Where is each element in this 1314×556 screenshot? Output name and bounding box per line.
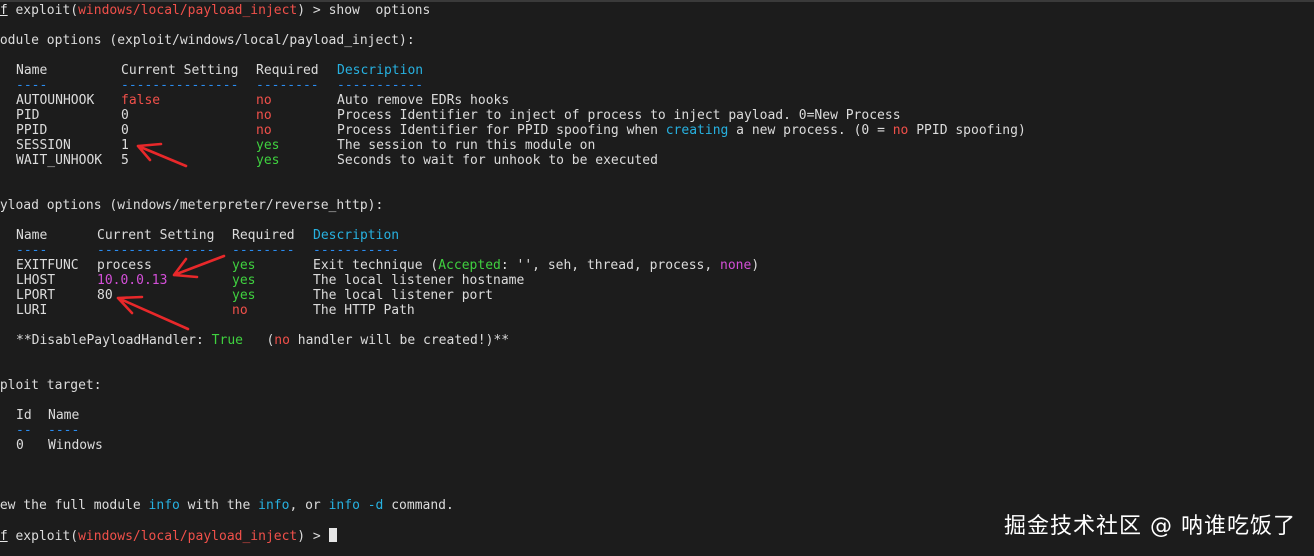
prompt-module: windows/local/payload_inject <box>78 3 298 18</box>
arrow-lport-icon <box>116 295 190 331</box>
watermark: 掘金技术社区 @ 呐谁吃饭了 <box>1004 514 1296 539</box>
command-prompt-line-2[interactable]: sf exploit(windows/local/payload_inject)… <box>0 528 337 544</box>
arrow-session-icon <box>136 142 188 168</box>
payload-options-header: ayload options (windows/meterpreter/reve… <box>0 198 384 213</box>
arrow-lhost-icon <box>172 254 226 279</box>
prompt-command: show options <box>328 3 431 18</box>
exploit-target-header: xploit target: <box>0 378 102 393</box>
footer-help-text: iew the full module info with the info, … <box>0 498 454 513</box>
prompt-module: windows/local/payload_inject <box>78 529 298 544</box>
prompt-msf: sf <box>0 529 8 544</box>
module-options-header: Module options (exploit/windows/local/pa… <box>0 33 415 48</box>
command-prompt-line: sf exploit(windows/local/payload_inject)… <box>0 3 430 19</box>
window-top-border <box>0 0 1314 2</box>
prompt-msf: sf <box>0 3 8 18</box>
text-cursor <box>328 528 337 542</box>
